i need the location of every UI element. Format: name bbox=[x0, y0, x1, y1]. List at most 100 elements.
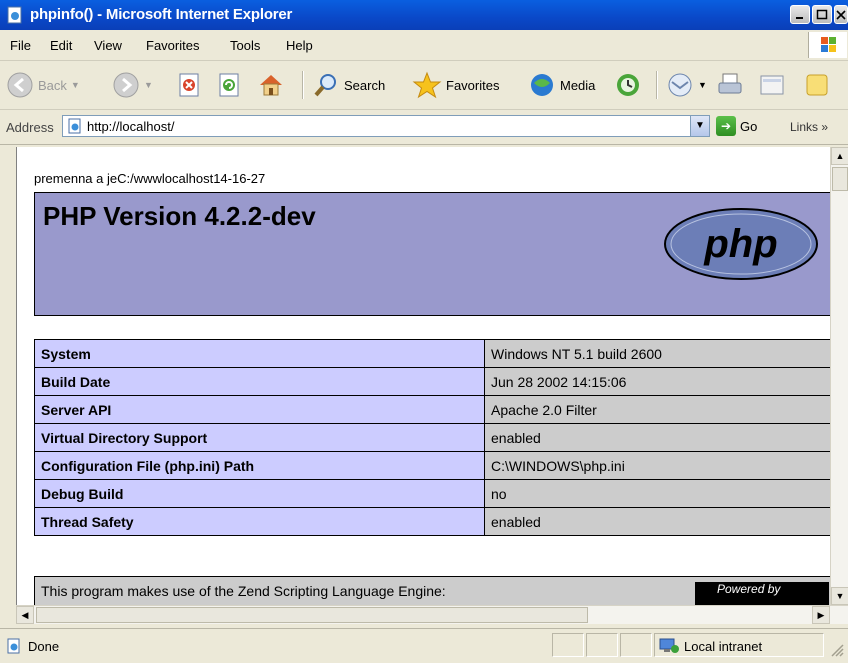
menu-edit[interactable]: Edit bbox=[50, 38, 72, 53]
row-key: Server API bbox=[34, 395, 485, 424]
stop-icon bbox=[179, 73, 199, 97]
messenger-icon bbox=[806, 74, 828, 96]
mail-dropdown-icon[interactable]: ▼ bbox=[698, 80, 707, 90]
back-dropdown-icon[interactable]: ▼ bbox=[71, 80, 80, 90]
maximize-icon bbox=[816, 9, 828, 20]
php-logo-text: php bbox=[703, 222, 777, 266]
menu-tools[interactable]: Tools bbox=[230, 38, 260, 53]
table-row: Debug Build no bbox=[34, 479, 831, 508]
php-version-header: PHP Version 4.2.2-dev php bbox=[34, 192, 831, 316]
scroll-up-icon[interactable]: ▲ bbox=[831, 147, 848, 165]
scroll-left-icon[interactable]: ◀ bbox=[16, 606, 34, 624]
close-button[interactable] bbox=[834, 5, 848, 24]
table-row: Build Date Jun 28 2002 14:15:06 bbox=[34, 367, 831, 396]
vertical-scroll-thumb[interactable] bbox=[832, 167, 848, 191]
menu-file[interactable]: File bbox=[10, 38, 31, 53]
address-dropdown-icon[interactable]: ▼ bbox=[690, 115, 710, 137]
row-key: Thread Safety bbox=[34, 507, 485, 536]
minimize-button[interactable] bbox=[790, 5, 810, 24]
address-url: http://localhost/ bbox=[87, 119, 175, 134]
zone-label: Local intranet bbox=[684, 638, 763, 654]
forward-dropdown-icon[interactable]: ▼ bbox=[144, 80, 153, 90]
scroll-right-icon[interactable]: ▶ bbox=[812, 606, 830, 624]
address-bar: Address http://localhost/ ▼ ➔ Go Links » bbox=[0, 110, 848, 145]
table-row: Thread Safety enabled bbox=[34, 507, 831, 536]
links-button[interactable]: Links » bbox=[790, 120, 828, 134]
row-key: Virtual Directory Support bbox=[34, 423, 485, 452]
page-done-icon bbox=[7, 638, 20, 654]
go-button[interactable]: ➔ Go bbox=[716, 115, 757, 137]
search-button[interactable]: Search bbox=[312, 69, 385, 101]
refresh-button[interactable] bbox=[216, 69, 244, 101]
media-label: Media bbox=[560, 77, 596, 93]
toolbar-separator bbox=[302, 71, 304, 99]
status-text: Done bbox=[28, 639, 60, 654]
page-notice-text: premenna a jeC:/wwwlocalhost14-16-27 bbox=[34, 171, 266, 186]
scroll-down-icon[interactable]: ▼ bbox=[831, 587, 848, 605]
status-pane bbox=[552, 633, 584, 657]
row-key: Build Date bbox=[34, 367, 485, 396]
menu-bar: File Edit View Favorites Tools Help bbox=[0, 30, 848, 61]
security-zone[interactable]: Local intranet bbox=[658, 635, 762, 657]
windows-logo-icon bbox=[808, 32, 847, 58]
row-value: Jun 28 2002 14:15:06 bbox=[484, 367, 831, 396]
refresh-icon bbox=[219, 73, 239, 97]
forward-button[interactable]: ▼ bbox=[112, 69, 153, 101]
favorites-star-icon bbox=[412, 71, 442, 99]
address-label: Address bbox=[6, 120, 54, 135]
edit-page-icon bbox=[760, 75, 784, 95]
zend-logo-text: Powered by bbox=[717, 582, 781, 596]
window-title: phpinfo() - Microsoft Internet Explorer bbox=[30, 6, 293, 23]
zend-engine-text: This program makes use of the Zend Scrip… bbox=[41, 583, 446, 599]
mail-button[interactable]: ▼ bbox=[666, 69, 707, 101]
local-intranet-icon bbox=[659, 638, 679, 653]
row-value: Apache 2.0 Filter bbox=[484, 395, 831, 424]
stop-button[interactable] bbox=[176, 69, 204, 101]
address-input[interactable]: http://localhost/ bbox=[62, 115, 710, 137]
vertical-scrollbar[interactable]: ▲ ▼ bbox=[830, 147, 848, 605]
row-value: C:\WINDOWS\php.ini bbox=[484, 451, 831, 480]
menu-help[interactable]: Help bbox=[286, 38, 313, 53]
search-label: Search bbox=[344, 77, 386, 93]
table-row: Server API Apache 2.0 Filter bbox=[34, 395, 831, 424]
resize-grip-icon[interactable] bbox=[828, 641, 844, 657]
php-version-title: PHP Version 4.2.2-dev bbox=[43, 201, 316, 231]
print-icon bbox=[718, 73, 742, 94]
row-key: Debug Build bbox=[34, 479, 485, 508]
menu-view[interactable]: View bbox=[94, 38, 122, 53]
home-button[interactable] bbox=[256, 69, 286, 101]
forward-arrow-icon bbox=[113, 72, 139, 98]
row-key: System bbox=[34, 339, 485, 368]
edit-button[interactable] bbox=[758, 69, 786, 101]
history-button[interactable] bbox=[614, 69, 642, 101]
page-viewport: premenna a jeC:/wwwlocalhost14-16-27 PHP… bbox=[16, 147, 831, 605]
row-value: Windows NT 5.1 build 2600 bbox=[484, 339, 831, 368]
favorites-button[interactable]: Favorites bbox=[412, 69, 499, 101]
print-button[interactable] bbox=[716, 69, 744, 101]
minimize-icon bbox=[796, 17, 803, 19]
back-button[interactable]: Back ▼ bbox=[6, 69, 80, 101]
close-icon bbox=[836, 10, 846, 20]
system-info-table: System Windows NT 5.1 build 2600 Build Da… bbox=[34, 339, 831, 536]
row-value: enabled bbox=[484, 507, 831, 536]
go-label: Go bbox=[740, 118, 758, 134]
maximize-button[interactable] bbox=[812, 5, 832, 24]
links-label: Links bbox=[790, 120, 819, 134]
status-pane bbox=[620, 633, 652, 657]
media-button[interactable]: Media bbox=[528, 69, 595, 101]
table-row: Virtual Directory Support enabled bbox=[34, 423, 831, 452]
zend-engine-box: This program makes use of the Zend Scrip… bbox=[34, 576, 831, 605]
horizontal-scroll-thumb[interactable] bbox=[36, 607, 588, 623]
search-icon bbox=[314, 74, 336, 97]
row-key: Configuration File (php.ini) Path bbox=[34, 451, 485, 480]
title-bar: phpinfo() - Microsoft Internet Explorer bbox=[0, 0, 848, 30]
page-icon bbox=[68, 118, 81, 134]
php-logo[interactable]: php bbox=[663, 207, 819, 281]
menu-favorites[interactable]: Favorites bbox=[146, 38, 199, 53]
back-label: Back bbox=[38, 77, 67, 93]
horizontal-scrollbar[interactable]: ◀ ▶ bbox=[16, 605, 848, 624]
messenger-button[interactable] bbox=[804, 69, 832, 101]
table-row: System Windows NT 5.1 build 2600 bbox=[34, 339, 831, 368]
zend-powered-by-logo[interactable]: Powered by bbox=[695, 582, 829, 605]
mail-icon bbox=[668, 73, 692, 97]
